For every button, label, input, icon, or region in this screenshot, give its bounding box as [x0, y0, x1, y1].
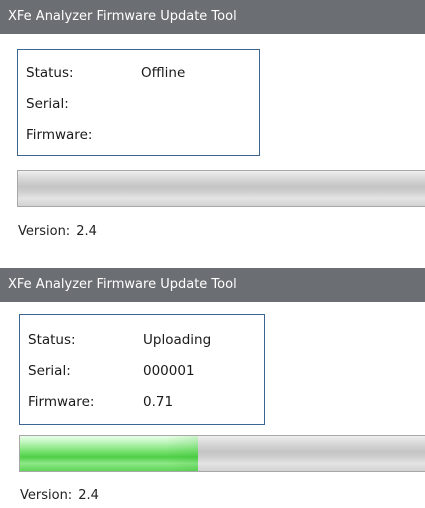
status-label: Status:	[26, 65, 74, 81]
upload-progress-bar	[19, 435, 425, 472]
device-info-box: Status: Uploading Serial: 000001 Firmwar…	[19, 314, 265, 425]
window-title: XFe Analyzer Firmware Update Tool	[0, 0, 425, 34]
serial-label: Serial:	[26, 96, 69, 112]
firmware-value: 0.71	[143, 394, 174, 410]
version-value: 2.4	[78, 488, 99, 503]
firmware-label: Firmware:	[26, 127, 93, 143]
firmware-row: Firmware:	[18, 123, 259, 147]
serial-row: Serial:	[18, 92, 259, 116]
version-text: Version: 2.4	[20, 488, 99, 503]
version-value: 2.4	[76, 224, 97, 239]
status-value: Offline	[141, 65, 186, 81]
firmware-row: Firmware: 0.71	[20, 390, 264, 414]
updater-window-uploading: XFe Analyzer Firmware Update Tool Status…	[0, 268, 425, 508]
device-info-box: Status: Offline Serial: Firmware:	[17, 49, 260, 156]
firmware-label: Firmware:	[28, 394, 95, 410]
status-label: Status:	[28, 332, 76, 348]
upload-progress-fill	[20, 436, 199, 471]
version-text: Version: 2.4	[18, 224, 97, 239]
updater-window-offline: XFe Analyzer Firmware Update Tool Status…	[0, 0, 425, 250]
version-label: Version:	[18, 224, 71, 239]
status-row: Status: Offline	[18, 61, 259, 85]
version-label: Version:	[20, 488, 73, 503]
window-title: XFe Analyzer Firmware Update Tool	[0, 268, 425, 302]
status-value: Uploading	[143, 332, 212, 348]
serial-value: 000001	[143, 363, 195, 379]
upload-progress-bar	[17, 170, 425, 207]
status-row: Status: Uploading	[20, 328, 264, 352]
serial-row: Serial: 000001	[20, 359, 264, 383]
serial-label: Serial:	[28, 363, 71, 379]
